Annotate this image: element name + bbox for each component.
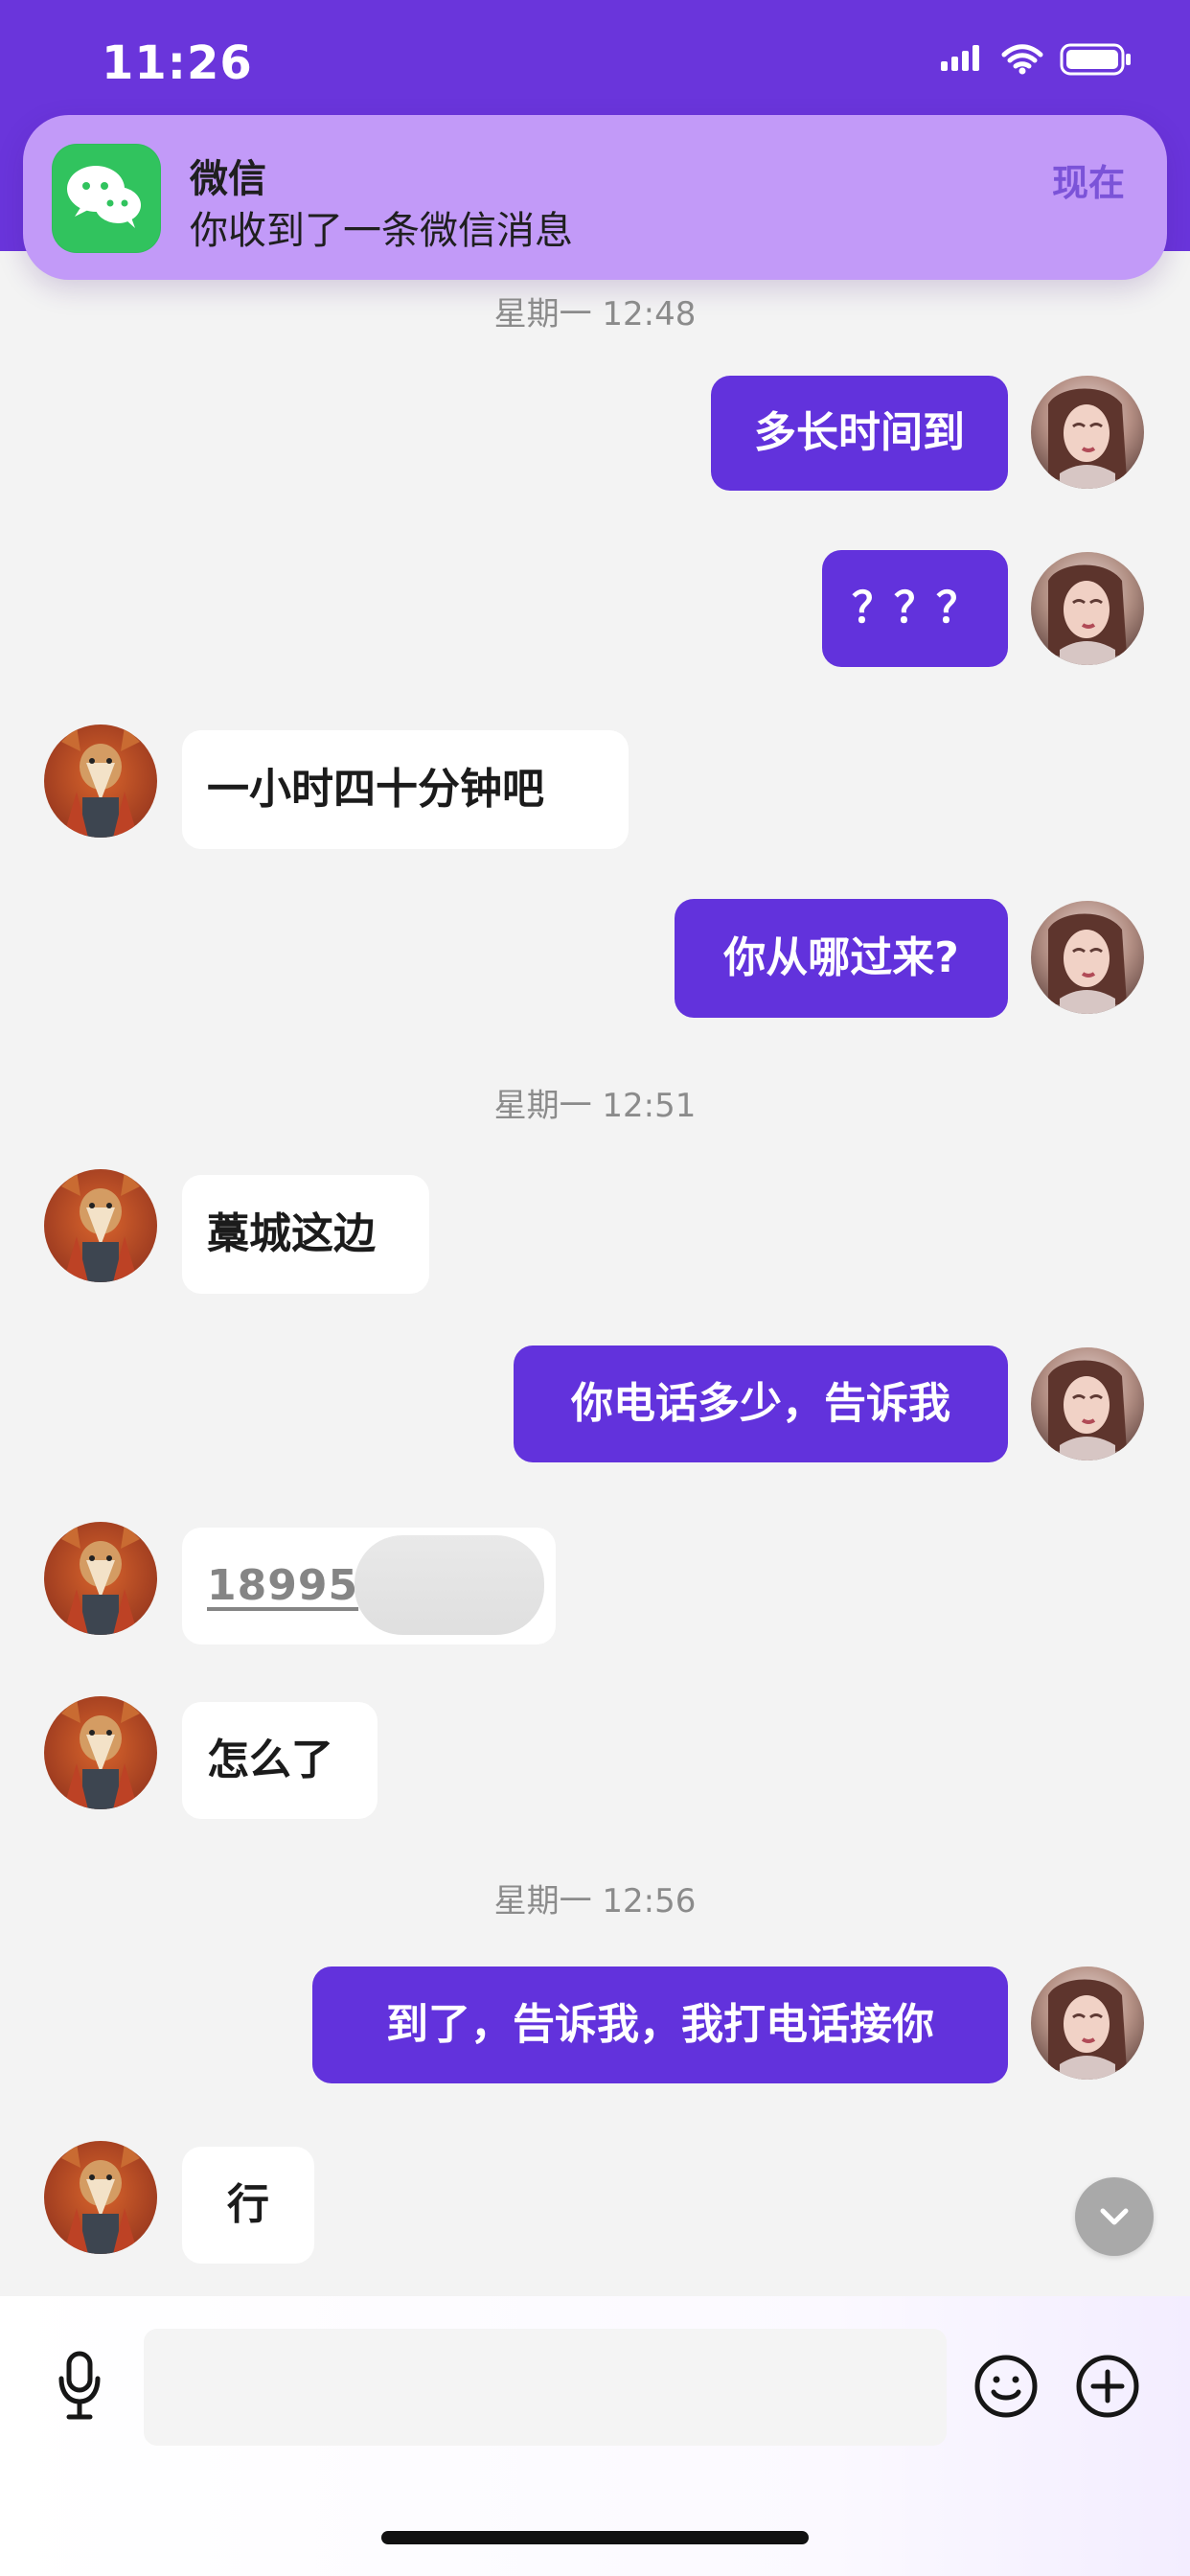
avatar[interactable] (44, 1522, 157, 1635)
message-text: 怎么了 (207, 1736, 333, 1784)
mic-icon[interactable] (52, 2350, 107, 2426)
message-text: 你电话多少，告诉我 (571, 1379, 950, 1428)
message-text: 多长时间到 (754, 408, 965, 457)
message-text: 行 (227, 2180, 269, 2229)
chat-timestamp: 星期一 12:51 (493, 1087, 697, 1125)
message-bubble[interactable]: 你电话多少，告诉我 (514, 1346, 1008, 1462)
scroll-down-button[interactable] (1075, 2177, 1154, 2256)
battery-icon (1060, 43, 1131, 76)
notification-time: 现在 (1051, 162, 1125, 204)
message-text: 一小时四十分钟吧 (207, 765, 544, 814)
wifi-icon (1001, 44, 1043, 75)
add-button[interactable] (1073, 2352, 1142, 2421)
message-bubble[interactable]: 到了，告诉我，我打电话接你 (312, 1966, 1008, 2083)
notification-banner[interactable]: 微信 你收到了一条微信消息 现在 (23, 115, 1167, 280)
message-bubble[interactable]: 你从哪过来? (675, 899, 1008, 1018)
message-bubble[interactable]: 藁城这边 (182, 1175, 429, 1294)
message-input[interactable] (144, 2329, 947, 2446)
message-bubble[interactable]: 行 (182, 2147, 314, 2264)
avatar[interactable] (44, 724, 157, 838)
status-icons (941, 42, 1134, 77)
avatar[interactable] (44, 1696, 157, 1809)
plus-circle-icon (1076, 2355, 1139, 2418)
avatar[interactable] (1031, 376, 1144, 489)
message-text: 到了，告诉我，我打电话接你 (386, 2000, 934, 2049)
avatar[interactable] (1031, 901, 1144, 1014)
notification-message: 你收到了一条微信消息 (190, 209, 573, 253)
phone-message-bubble[interactable]: 18995 (182, 1528, 556, 1644)
status-time: 11:26 (102, 36, 253, 90)
notification-app-name: 微信 (190, 157, 266, 201)
avatar[interactable] (1031, 1966, 1144, 2080)
signal-icon (941, 45, 979, 71)
message-text: 你从哪过来? (723, 933, 959, 982)
message-text: ？？？ (852, 584, 978, 632)
message-text: 藁城这边 (207, 1209, 376, 1258)
home-indicator (381, 2531, 809, 2544)
wechat-icon (52, 144, 161, 253)
phone-link[interactable]: 18995 (207, 1565, 358, 1607)
avatar[interactable] (44, 2141, 157, 2254)
chat-timestamp: 星期一 12:56 (493, 1882, 697, 1920)
message-bubble[interactable]: 多长时间到 (711, 376, 1008, 491)
chevron-down-icon (1100, 2208, 1129, 2225)
phone-blur-overlay (355, 1535, 544, 1635)
avatar[interactable] (1031, 552, 1144, 665)
emoji-button[interactable] (972, 2352, 1041, 2421)
avatar[interactable] (44, 1169, 157, 1282)
avatar[interactable] (1031, 1347, 1144, 1460)
message-bubble[interactable]: 一小时四十分钟吧 (182, 730, 629, 849)
message-bubble[interactable]: 怎么了 (182, 1702, 378, 1819)
smile-icon (974, 2355, 1038, 2418)
message-bubble[interactable]: ？？？ (822, 550, 1008, 667)
chat-timestamp: 星期一 12:48 (493, 295, 697, 334)
